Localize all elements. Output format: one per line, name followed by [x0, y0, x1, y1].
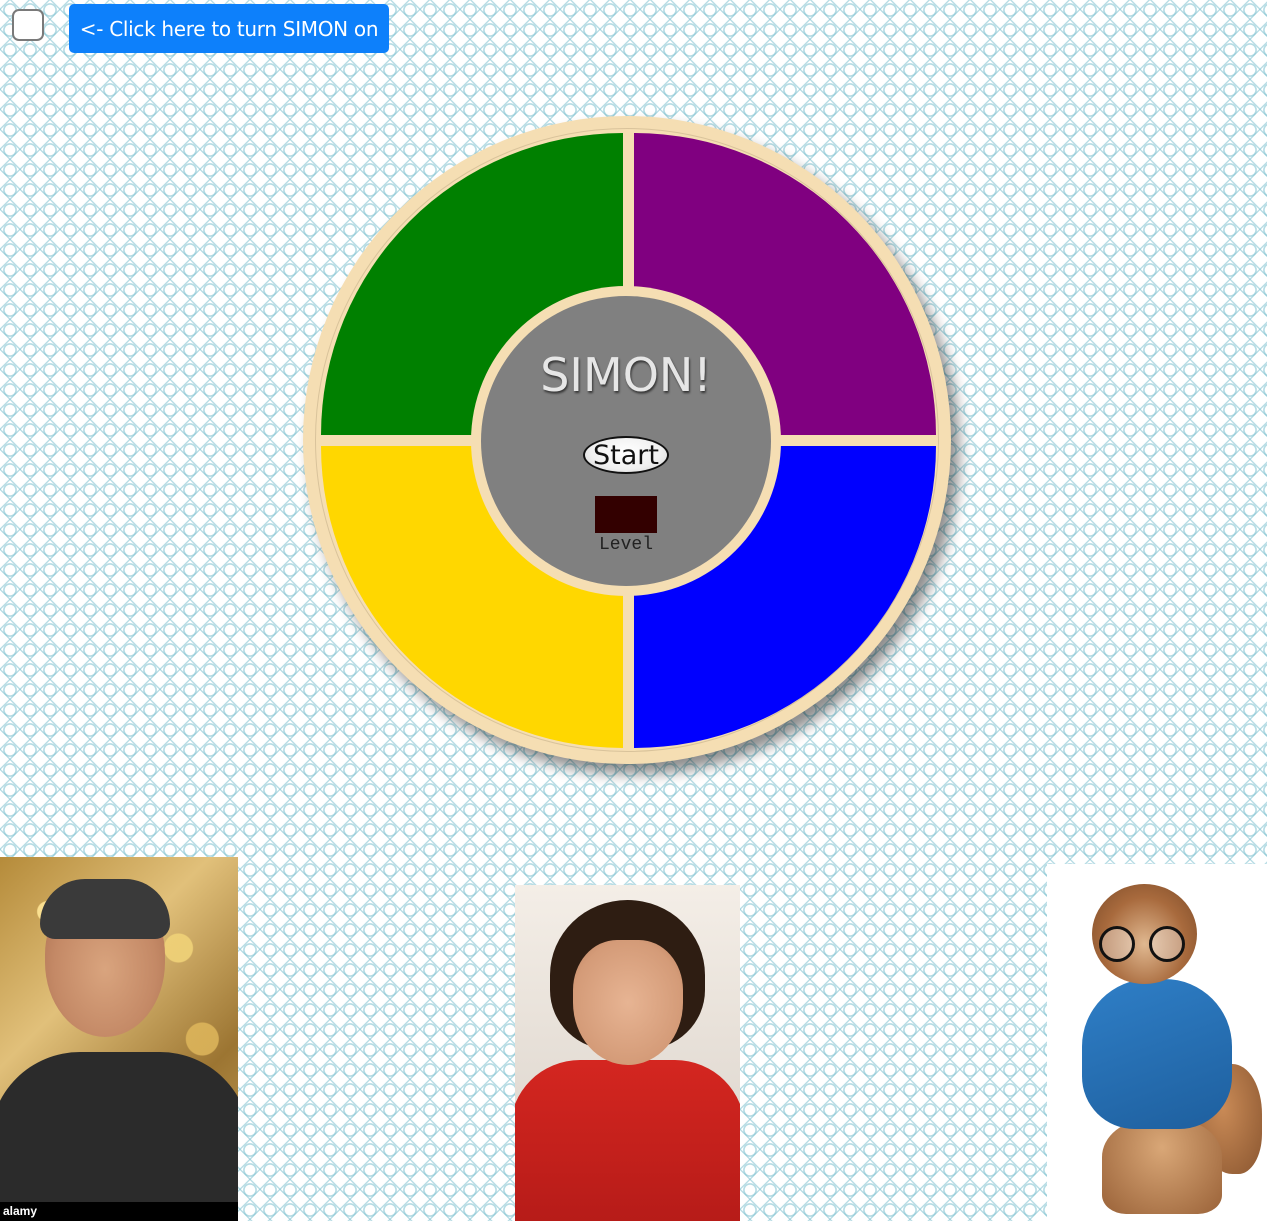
simon-cowell-photo: alamy: [0, 857, 238, 1221]
photo-hair: [40, 879, 170, 939]
glasses-icon: [1099, 926, 1189, 962]
level-label: Level: [598, 535, 653, 555]
center-panel: SIMON! Start Level: [481, 296, 771, 586]
start-button[interactable]: Start: [583, 436, 669, 474]
photo-face: [573, 940, 683, 1065]
game-title: SIMON!: [540, 348, 712, 402]
chipmunk-hoodie: [1082, 979, 1232, 1129]
turn-on-button[interactable]: <- Click here to turn SIMON on: [69, 4, 389, 53]
level-display: [595, 496, 657, 533]
photo-shirt: [515, 1060, 740, 1221]
watermark-text: alamy: [3, 1204, 38, 1218]
center-hub: SIMON! Start Level: [471, 286, 781, 596]
simon-board: SIMON! Start Level: [303, 116, 951, 764]
chipmunk-legs: [1102, 1119, 1222, 1214]
howard-wolowitz-photo: [515, 885, 740, 1221]
photo-shirt: [0, 1052, 238, 1212]
power-checkbox[interactable]: [12, 9, 44, 41]
watermark-bar: alamy: [0, 1202, 238, 1221]
chipmunk-photo: [1047, 864, 1267, 1221]
